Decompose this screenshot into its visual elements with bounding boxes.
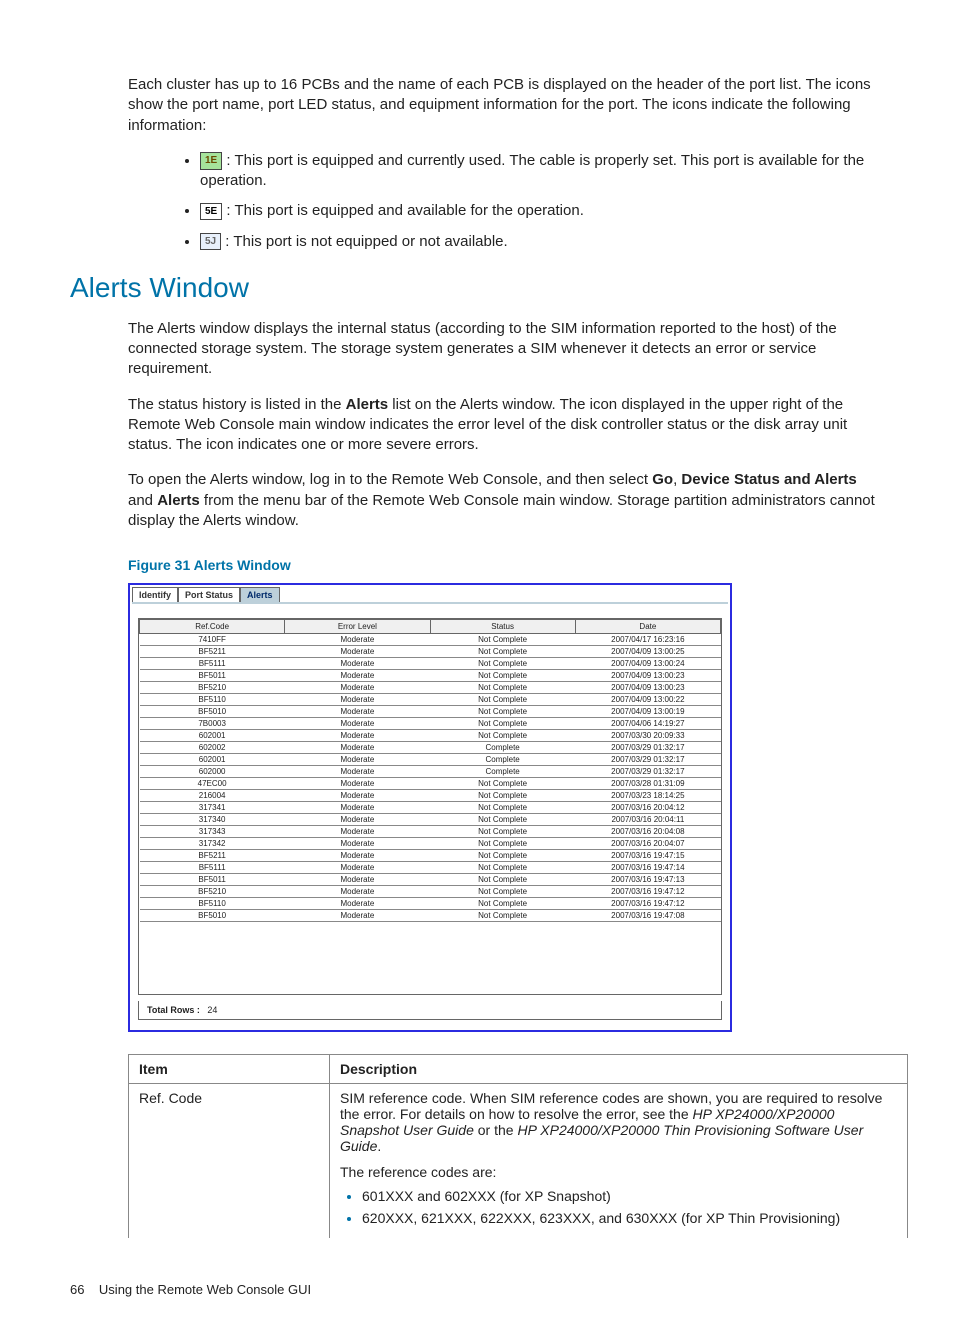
table-row[interactable]: BF5111ModerateNot Complete2007/03/16 19:… (140, 862, 721, 874)
desc-item-refcode: Ref. Code (129, 1084, 330, 1239)
alerts-paragraph-1: The Alerts window displays the internal … (128, 319, 884, 380)
table-row[interactable]: 602001ModerateComplete2007/03/29 01:32:1… (140, 754, 721, 766)
col-date[interactable]: Date (575, 620, 720, 634)
table-row[interactable]: 317342ModerateNot Complete2007/03/16 20:… (140, 838, 721, 850)
alerts-window-heading: Alerts Window (70, 272, 884, 304)
table-row[interactable]: BF5210ModerateNot Complete2007/04/09 13:… (140, 682, 721, 694)
table-row[interactable]: BF5210ModerateNot Complete2007/03/16 19:… (140, 886, 721, 898)
table-row[interactable]: 47EC00ModerateNot Complete2007/03/28 01:… (140, 778, 721, 790)
table-row[interactable]: BF5211ModerateNot Complete2007/03/16 19:… (140, 850, 721, 862)
intro-paragraph: Each cluster has up to 16 PCBs and the n… (128, 75, 884, 136)
desc-text: SIM reference code. When SIM reference c… (330, 1084, 908, 1239)
desc-header-description: Description (330, 1055, 908, 1084)
table-row[interactable]: BF5211ModerateNot Complete2007/04/09 13:… (140, 646, 721, 658)
port-icon-text: : This port is equipped and available fo… (226, 202, 583, 219)
list-item: 620XXX, 621XXX, 622XXX, 623XXX, and 630X… (362, 1210, 897, 1226)
alerts-grid-region: Ref.Code Error Level Status Date 7410FFM… (138, 618, 722, 995)
list-item: 601XXX and 602XXX (for XP Snapshot) (362, 1188, 897, 1204)
description-table: Item Description Ref. Code SIM reference… (128, 1054, 908, 1238)
port-icon-equipped-available: 5E (200, 203, 222, 221)
table-row[interactable]: 317341ModerateNot Complete2007/03/16 20:… (140, 802, 721, 814)
col-refcode[interactable]: Ref.Code (140, 620, 285, 634)
table-row[interactable]: 216004ModerateNot Complete2007/03/23 18:… (140, 790, 721, 802)
table-row[interactable]: 602000ModerateComplete2007/03/29 01:32:1… (140, 766, 721, 778)
port-icon-list: 1E : This port is equipped and currently… (160, 151, 884, 252)
desc-header-item: Item (129, 1055, 330, 1084)
tab-identify[interactable]: Identify (132, 587, 178, 602)
table-row[interactable]: BF5110ModerateNot Complete2007/04/09 13:… (140, 694, 721, 706)
table-row[interactable]: BF5110ModerateNot Complete2007/03/16 19:… (140, 898, 721, 910)
table-row[interactable]: 7B0003ModerateNot Complete2007/04/06 14:… (140, 718, 721, 730)
port-icon-equipped-used: 1E (200, 152, 222, 170)
table-row[interactable]: BF5010ModerateNot Complete2007/04/09 13:… (140, 706, 721, 718)
total-rows: Total Rows : 24 (138, 1001, 722, 1020)
table-row[interactable]: BF5010ModerateNot Complete2007/03/16 19:… (140, 910, 721, 922)
table-row[interactable]: 602001ModerateNot Complete2007/03/30 20:… (140, 730, 721, 742)
page-footer: 66 Using the Remote Web Console GUI (70, 1282, 884, 1297)
port-icon-text: : This port is not equipped or not avail… (225, 233, 507, 250)
col-status[interactable]: Status (430, 620, 575, 634)
table-row[interactable]: BF5011ModerateNot Complete2007/03/16 19:… (140, 874, 721, 886)
table-row[interactable]: 602002ModerateComplete2007/03/29 01:32:1… (140, 742, 721, 754)
figure-caption: Figure 31 Alerts Window (128, 557, 884, 573)
alerts-paragraph-3: To open the Alerts window, log in to the… (128, 470, 884, 531)
port-icon-text: : This port is equipped and currently us… (200, 152, 864, 189)
tab-bar: Identify Port Status Alerts (132, 587, 728, 602)
tab-alerts[interactable]: Alerts (240, 587, 280, 602)
col-errorlevel[interactable]: Error Level (285, 620, 430, 634)
table-row[interactable]: 7410FFModerateNot Complete2007/04/17 16:… (140, 634, 721, 646)
table-row[interactable]: BF5011ModerateNot Complete2007/04/09 13:… (140, 670, 721, 682)
alerts-grid: Ref.Code Error Level Status Date 7410FFM… (139, 619, 721, 922)
table-row[interactable]: 317343ModerateNot Complete2007/03/16 20:… (140, 826, 721, 838)
table-row[interactable]: BF5111ModerateNot Complete2007/04/09 13:… (140, 658, 721, 670)
port-icon-not-equipped: 5J (200, 233, 221, 251)
table-row[interactable]: 317340ModerateNot Complete2007/03/16 20:… (140, 814, 721, 826)
alerts-paragraph-2: The status history is listed in the Aler… (128, 395, 884, 456)
alerts-window-screenshot: Identify Port Status Alerts Ref.Code Err… (128, 583, 732, 1032)
tab-port-status[interactable]: Port Status (178, 587, 240, 602)
